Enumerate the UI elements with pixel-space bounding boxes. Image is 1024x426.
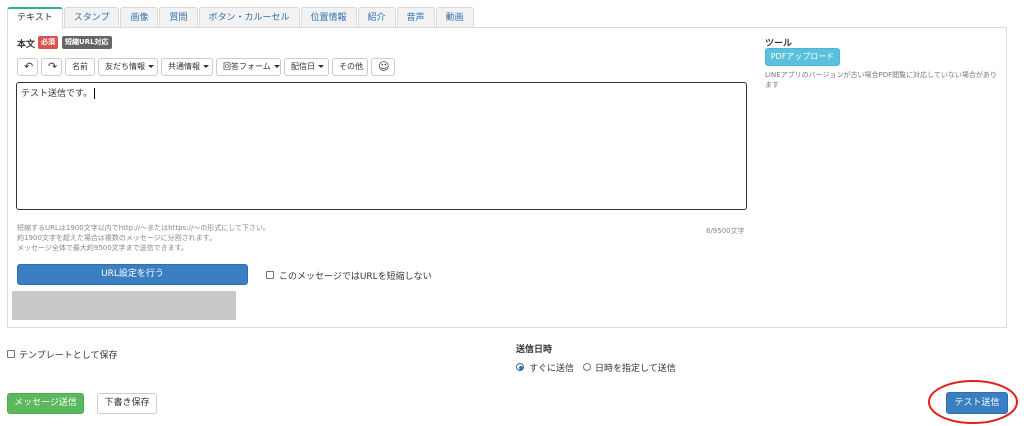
url-settings-button[interactable]: URL設定を行う [17,264,248,285]
send-now-radio[interactable] [516,363,524,371]
tab-introduction[interactable]: 紹介 [357,7,396,28]
insert-name-button[interactable]: 名前 [65,58,95,76]
tab-video[interactable]: 動画 [435,7,474,28]
highlight-circle [928,380,1018,424]
required-badge: 必須 [38,36,58,49]
tab-bar: テキスト スタンプ 画像 質問 ボタン・カルーセル 位置情報 紹介 音声 動画 [7,7,475,29]
redo-button[interactable]: ↷ [41,58,62,76]
tab-image[interactable]: 画像 [120,7,159,28]
delivery-date-dropdown[interactable]: 配信日 [284,58,329,76]
body-label: 本文 [17,40,36,50]
delivery-date-label: 配信日 [291,62,315,71]
tab-stamp[interactable]: スタンプ [63,7,120,28]
answer-form-label: 回答フォーム [223,62,271,71]
caret-down-icon [273,65,280,68]
send-scheduled-radio[interactable] [583,363,591,371]
save-draft-button[interactable]: 下書き保存 [97,393,157,414]
no-shorten-checkbox[interactable] [266,271,274,279]
hidden-content-block [12,291,236,320]
template-save-checkbox[interactable] [7,350,15,358]
pdf-upload-button[interactable]: PDFアップロード [765,48,840,66]
other-button[interactable]: その他 [332,58,368,76]
tab-question[interactable]: 質問 [159,7,198,28]
message-text: テスト送信です。 [21,89,93,99]
url-note-1: 短縮するURLは1900文字以内でhttp://〜またはhttps://〜の形式… [17,224,271,232]
short-url-badge: 短縮URL対応 [62,36,112,49]
message-textarea[interactable]: テスト送信です。 [16,82,747,210]
friend-info-dropdown[interactable]: 友だち情報 [98,58,158,76]
no-shorten-label: このメッセージではURLを短縮しない [279,272,432,282]
url-note-2: 約1900文字を超えた場合は複数のメッセージに分割されます。 [17,234,216,242]
tab-location[interactable]: 位置情報 [300,7,357,28]
tab-text[interactable]: テキスト [7,7,63,29]
pdf-note: LINEアプリのバージョンが古い場合PDF閲覧に対応していない場合があります [765,71,997,89]
tab-audio[interactable]: 音声 [396,7,435,28]
text-cursor [94,88,96,99]
caret-down-icon [148,65,154,68]
url-note-3: メッセージ全体で最大約9500文字まで送信できます。 [17,244,188,252]
send-message-button[interactable]: メッセージ送信 [7,393,84,414]
shared-info-label: 共通情報 [168,62,200,71]
caret-down-icon [203,65,209,68]
schedule-title: 送信日時 [516,345,553,355]
undo-button[interactable]: ↶ [17,58,38,76]
char-count: 8/9500文字 [706,227,745,235]
send-scheduled-label: 日時を指定して送信 [595,364,676,374]
answer-form-dropdown[interactable]: 回答フォーム [216,58,281,76]
shared-info-dropdown[interactable]: 共通情報 [161,58,213,76]
emoji-button[interactable]: ☺ [371,58,395,76]
redo-icon: ↷ [48,60,58,73]
undo-icon: ↶ [24,60,34,73]
caret-down-icon [318,65,324,68]
emoji-icon: ☺ [378,60,390,73]
tab-button-carousel[interactable]: ボタン・カルーセル [198,7,300,28]
send-now-label: すぐに送信 [529,364,575,374]
friend-info-label: 友だち情報 [105,62,145,71]
template-save-label: テンプレートとして保存 [19,351,118,361]
